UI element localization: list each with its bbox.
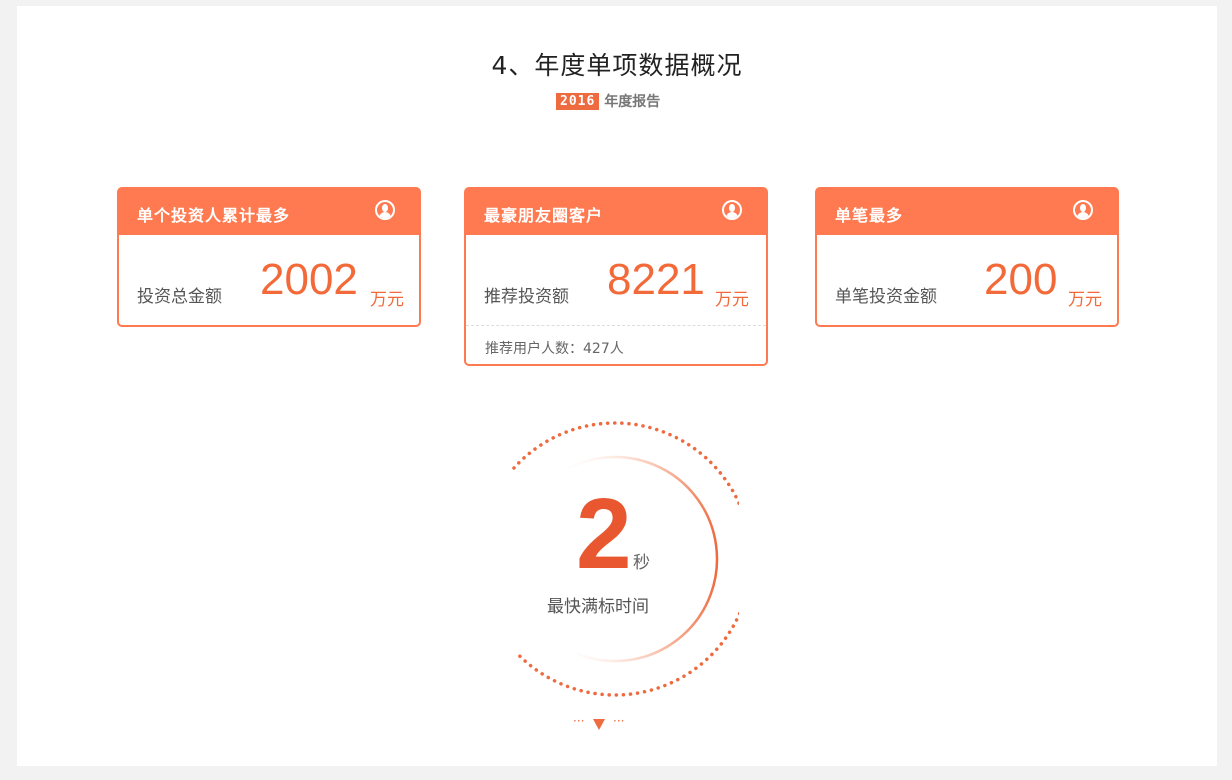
card-unit: 万元	[715, 290, 749, 310]
card-top-investor: 单个投资人累计最多 投资总金额 2002 万元	[117, 187, 421, 327]
user-icon	[722, 200, 742, 220]
triangle-down-icon	[593, 719, 605, 730]
card-unit: 万元	[1068, 290, 1102, 310]
report-label: 年度报告	[604, 94, 661, 110]
card-value: 8221	[607, 255, 705, 304]
card-title: 单笔最多	[835, 206, 904, 225]
card-body: 单笔投资金额 200 万元	[817, 235, 1117, 325]
card-friend-circle: 最豪朋友圈客户 推荐投资额 8221 万元 推荐用户人数：427人	[464, 187, 768, 366]
card-largest-single: 单笔最多 单笔投资金额 200 万元	[815, 187, 1119, 327]
card-body: 投资总金额 2002 万元	[119, 235, 419, 325]
referral-count: 推荐用户人数：427人	[485, 341, 624, 357]
card-value: 2002	[260, 255, 358, 304]
stat-unit: 秒	[633, 553, 650, 573]
section-title: 4、年度单项数据概况	[491, 51, 743, 80]
card-title: 最豪朋友圈客户	[484, 206, 604, 225]
user-icon	[375, 200, 395, 220]
dots-left: ···	[573, 714, 585, 728]
user-icon	[1073, 200, 1093, 220]
card-label: 单笔投资金额	[835, 287, 937, 307]
card-title: 单个投资人累计最多	[137, 206, 291, 225]
stat-value: 2	[576, 478, 632, 590]
card-unit: 万元	[370, 290, 404, 310]
card-body: 推荐投资额 8221 万元	[466, 235, 766, 325]
card-footer: 推荐用户人数：427人	[466, 325, 766, 364]
card-label: 投资总金额	[137, 287, 222, 307]
card-value: 200	[984, 255, 1058, 304]
scroll-more-indicator[interactable]: ··· ···	[573, 714, 633, 734]
card-header: 单个投资人累计最多	[119, 189, 419, 235]
report-subtitle: 2016 年度报告	[556, 92, 660, 110]
stat-label: 最快满标时间	[547, 597, 649, 617]
card-header: 单笔最多	[817, 189, 1117, 235]
card-header: 最豪朋友圈客户	[466, 189, 766, 235]
dots-right: ···	[613, 714, 625, 728]
card-label: 推荐投资额	[484, 287, 569, 307]
year-badge: 2016	[556, 92, 600, 110]
